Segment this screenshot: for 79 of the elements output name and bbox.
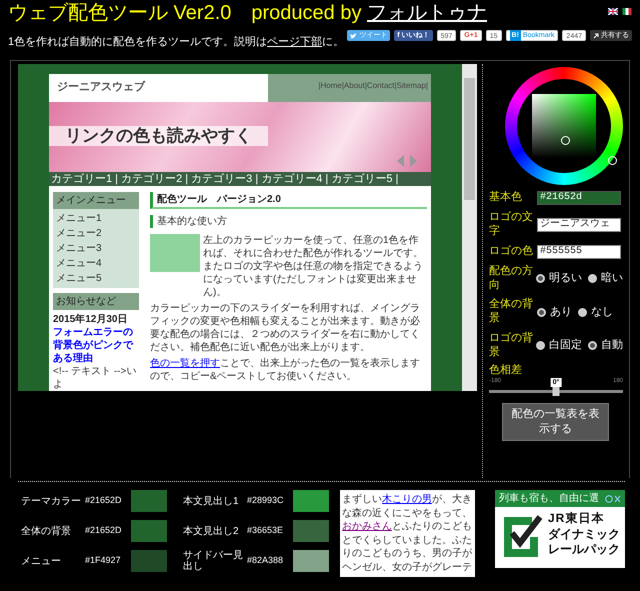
menu-item[interactable]: メニュー2 <box>56 226 136 242</box>
slider-track[interactable] <box>489 390 623 393</box>
menu-item[interactable]: メニュー1 <box>56 211 136 226</box>
ad-text: レールパック <box>548 542 620 558</box>
italy-flag-icon[interactable] <box>622 8 632 15</box>
radio-option[interactable]: なし <box>578 304 613 320</box>
field-label: 配色の方向 <box>489 264 534 292</box>
menu-item[interactable]: メニュー3 <box>56 241 136 256</box>
body-paragraph: 左上のカラーピッカーを使って、任意の1色を作れば、それに合わせた配色が作れるツールです。またロゴの文字や色は任意の物を指定できるようになっています(ただしフォントは変更出来ません)。 <box>203 234 424 300</box>
banner-caption: リンクの色も読みやすく <box>49 126 268 146</box>
color-code: #1F4927 <box>85 555 122 568</box>
bird-icon <box>350 32 358 39</box>
visited-link[interactable]: おかみさん <box>342 521 392 532</box>
content-heading: 配色ツール バージョン2.0 <box>150 192 427 210</box>
radio-option[interactable]: 暗い <box>588 271 623 286</box>
radio-button[interactable] <box>588 341 597 350</box>
content-subheading: 基本的な使い方 <box>150 215 427 228</box>
sidebar-heading: メインメニュー <box>53 192 139 210</box>
body-paragraph: カラーピッカーの下のスライダーを利用すれば、メイングラフィックの変更や色相幅も変えることが出来ます。動きが必要な配色の場合には、２つめのスライダーを右に動かしてください。補色配色に近い配色が出来上がります。 <box>150 302 421 354</box>
color-code: #28993C <box>247 495 285 508</box>
hue-handle[interactable] <box>608 156 617 166</box>
uk-flag-icon[interactable] <box>608 8 618 15</box>
body-paragraph: 色の一覧を押すことで、出来上がった色の一覧を表示しますので、コピー&ペーストしてお使いください。 <box>150 357 421 384</box>
radio-option[interactable]: 自動 <box>588 338 623 353</box>
menu-item[interactable]: メニュー4 <box>56 256 136 272</box>
menu-item[interactable]: メニュー5 <box>56 271 136 286</box>
ad-text: ダイナミック <box>548 526 620 542</box>
page-description: 1色を作れば自動的に配色を作るツールです。説明はページ下部に。 <box>7 34 344 50</box>
scrollbar[interactable] <box>462 64 477 392</box>
sidebar-heading: お知らせなど <box>53 293 139 310</box>
color-code: #21652D <box>85 525 123 538</box>
photo-placeholder <box>150 234 200 272</box>
color-role-label: 本文見出し1 <box>183 496 240 507</box>
field-label: 基本色 <box>489 191 523 206</box>
radio-option[interactable]: あり <box>537 304 572 320</box>
radio-button[interactable] <box>578 308 587 317</box>
radio-option[interactable]: 白固定 <box>536 338 582 353</box>
nav-links[interactable]: |Home|About|Contact|Sitemap| <box>268 74 431 102</box>
slider-label: 色相差 <box>489 363 523 378</box>
color-list-link[interactable]: 色の一覧を押す <box>150 358 220 370</box>
picker-handle[interactable] <box>561 136 570 146</box>
color-role-label: 全体の背景 <box>21 526 72 537</box>
advertisement[interactable]: 列車も宿も、自由に選 JR東日本 ダイナミック レールパック <box>495 490 625 568</box>
page-title: ウェブ配色ツール Ver2.0 produced by <box>8 2 362 24</box>
news-link[interactable]: フォームエラーの背景色がピンクである理由 <box>53 326 139 366</box>
radio-button[interactable] <box>536 341 545 350</box>
ad-brand: JR東日本 <box>548 511 606 527</box>
color-role-label: テーマカラー <box>21 496 82 507</box>
color-code: #82A388 <box>247 555 284 568</box>
story-link[interactable]: 木こりの男 <box>382 494 432 506</box>
input-field[interactable]: #21652d <box>537 191 621 206</box>
scrollbar-thumb[interactable] <box>464 78 475 200</box>
field-label: ロゴの文字 <box>489 211 534 239</box>
field-label: ロゴの背景 <box>489 332 534 360</box>
color-role-label: 本文見出し2 <box>183 526 240 537</box>
input-field[interactable]: #555555 <box>537 244 621 259</box>
color-role-label: サイドバー見出し <box>183 550 244 572</box>
share-icon <box>593 32 599 39</box>
color-code: #36653E <box>247 525 284 538</box>
radio-option[interactable]: 明るい <box>536 271 582 286</box>
sample-paragraph: まずしい木こりの男が、大きな森の近くにこやをもって、 おかみさんとふたりのこどもとでくらしていました。ふたりのこどものうち、男の子がヘンゼル、女の子がグレーテ <box>340 490 475 578</box>
ad-choices-icon[interactable] <box>605 494 621 503</box>
radio-button[interactable] <box>537 308 546 317</box>
color-role-label: メニュー <box>21 556 62 567</box>
radio-button[interactable] <box>588 274 597 284</box>
site-logo: ジーニアスウェブ <box>56 80 146 96</box>
field-label: ロゴの色 <box>489 244 534 259</box>
input-field[interactable]: ジーニアスウェ <box>537 218 621 232</box>
show-palette-button[interactable]: 配色の一覧表を表示する <box>502 402 609 442</box>
saturation-square[interactable] <box>532 94 596 158</box>
description-link[interactable]: ページ下部 <box>267 36 322 48</box>
news-date: 2015年12月30日 <box>53 313 128 326</box>
author-link[interactable]: フォルトゥナ <box>367 2 488 24</box>
field-label: 全体の背景 <box>489 298 534 326</box>
color-code: #21652D <box>85 495 123 508</box>
ad-headline: 列車も宿も、自由に選 <box>499 492 599 506</box>
radio-button[interactable] <box>536 274 545 284</box>
news-text: <!-- テキスト -->いよ <box>53 365 138 392</box>
category-bar[interactable]: カテゴリー1 | カテゴリー2 | カテゴリー3 | カテゴリー4 | カテゴリー5 | <box>49 172 431 186</box>
